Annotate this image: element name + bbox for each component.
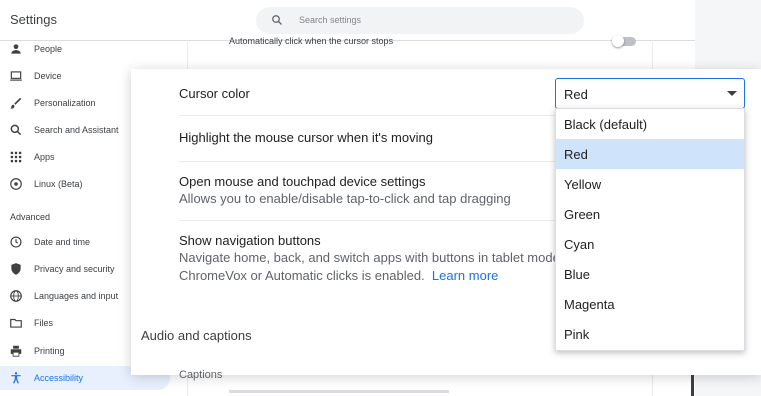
sidebar-item-label: Apps <box>34 152 55 162</box>
mouse-settings-panel: Cursor color Red Highlight the mouse cur… <box>131 69 761 381</box>
option-magenta[interactable]: Magenta <box>556 289 744 319</box>
cursor-color-select[interactable]: Red <box>555 78 745 109</box>
sidebar-item-label: People <box>34 44 63 54</box>
folder-icon <box>10 318 22 328</box>
device-settings-title[interactable]: Open mouse and touchpad device settings <box>179 174 425 189</box>
sidebar-item-label: Linux (Beta) <box>34 179 83 189</box>
apps-grid-icon <box>10 151 22 163</box>
nav-buttons-description-line2: ChromeVox or Automatic clicks is enabled… <box>179 267 498 285</box>
search-icon <box>272 15 282 25</box>
cursor-color-dropdown: Black (default) Red Yellow Green Cyan Bl… <box>555 108 745 351</box>
option-label: Black (default) <box>564 117 648 132</box>
sidebar-item-label: Privacy and security <box>34 264 115 274</box>
option-label: Cyan <box>564 237 595 252</box>
option-label: Green <box>564 207 601 222</box>
cursor-color-label: Cursor color <box>179 86 250 101</box>
sidebar-item-label: Files <box>34 318 54 328</box>
option-label: Blue <box>564 267 591 282</box>
option-pink[interactable]: Pink <box>556 319 744 349</box>
search-input[interactable]: Search settings <box>256 7 584 34</box>
auto-click-row-label: Automatically click when the cursor stop… <box>229 36 394 46</box>
sidebar-section-advanced: Advanced <box>10 212 51 222</box>
linux-icon <box>10 178 22 190</box>
nav-buttons-title: Show navigation buttons <box>179 233 321 248</box>
captions-label[interactable]: Captions <box>179 369 222 381</box>
window-edge <box>691 375 694 396</box>
shield-icon <box>11 263 21 275</box>
nav-buttons-description-line1: Navigate home, back, and switch apps wit… <box>179 250 582 265</box>
accessibility-icon <box>11 372 21 384</box>
brush-icon <box>10 97 22 109</box>
sidebar-item-label: Search and Assistant <box>34 125 119 135</box>
divider <box>179 115 559 116</box>
option-black[interactable]: Black (default) <box>556 109 744 139</box>
obscured-row <box>229 390 449 393</box>
audio-captions-heading: Audio and captions <box>141 328 252 343</box>
search-placeholder: Search settings <box>299 15 362 25</box>
auto-click-toggle[interactable] <box>612 35 636 47</box>
option-label: Yellow <box>564 177 602 192</box>
option-label: Red <box>564 147 588 162</box>
sidebar-item-label: Personalization <box>34 98 96 108</box>
settings-header: Settings Search settings <box>0 0 695 41</box>
learn-more-link[interactable]: Learn more <box>432 268 498 283</box>
cursor-color-value: Red <box>564 87 588 102</box>
sidebar-item-label: Accessibility <box>34 373 84 383</box>
sidebar-item-label: Languages and input <box>34 291 119 301</box>
printer-icon <box>10 345 22 357</box>
divider <box>179 161 559 162</box>
sidebar-item-label: Date and time <box>34 237 91 247</box>
sidebar-item-people[interactable]: People <box>0 37 170 61</box>
option-blue[interactable]: Blue <box>556 259 744 289</box>
highlight-cursor-label: Highlight the mouse cursor when it's mov… <box>179 130 433 145</box>
option-cyan[interactable]: Cyan <box>556 229 744 259</box>
option-label: Magenta <box>564 297 615 312</box>
person-icon <box>11 44 21 54</box>
option-green[interactable]: Green <box>556 199 744 229</box>
search-icon <box>10 124 22 136</box>
option-red[interactable]: Red <box>556 139 744 169</box>
chevron-down-icon <box>727 91 737 96</box>
globe-icon <box>10 290 22 302</box>
sidebar-item-label: Printing <box>34 346 65 356</box>
option-yellow[interactable]: Yellow <box>556 169 744 199</box>
laptop-icon <box>10 71 22 81</box>
device-settings-subtitle: Allows you to enable/disable tap-to-clic… <box>179 191 511 206</box>
app-title: Settings <box>10 12 57 27</box>
clock-icon <box>10 236 22 248</box>
sidebar-item-label: Device <box>34 71 62 81</box>
option-label: Pink <box>564 327 590 342</box>
nav-buttons-description-text: ChromeVox or Automatic clicks is enabled… <box>179 268 425 283</box>
divider <box>179 220 559 221</box>
